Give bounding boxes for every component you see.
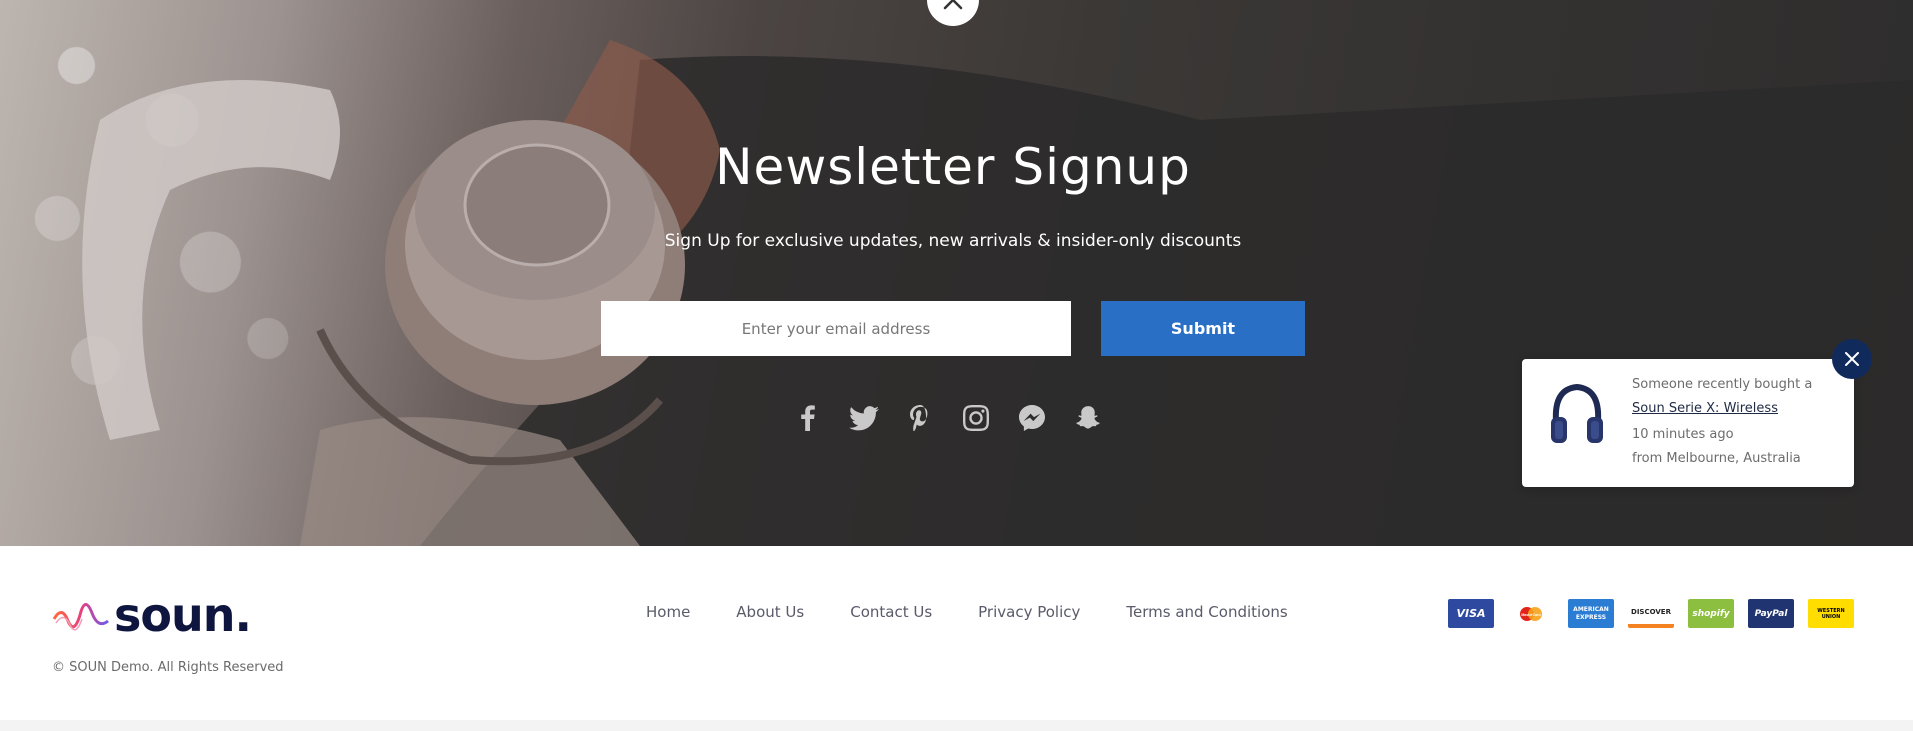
twitter-icon[interactable] [846,402,882,434]
page-bottom-strip [0,720,1913,731]
submit-button[interactable]: Submit [1101,301,1305,356]
brand-logo[interactable]: soun. [52,588,252,642]
close-popup-button[interactable] [1832,339,1872,379]
brand-name: soun. [114,588,252,642]
shopify-icon: shopify [1688,599,1734,628]
footer-link-home[interactable]: Home [646,603,690,621]
popup-location-text: from Melbourne, Australia [1632,451,1801,466]
newsletter-subtitle: Sign Up for exclusive updates, new arriv… [664,231,1242,251]
instagram-icon[interactable] [958,402,994,434]
discover-icon: DISCOVER [1628,599,1674,628]
mastercard-icon: MasterCard [1508,599,1554,628]
footer-link-about[interactable]: About Us [736,603,804,621]
popup-text: Someone recently bought a Soun Serie X: … [1632,373,1812,471]
product-headphones-image[interactable] [1548,381,1606,451]
popup-intro-text: Someone recently bought a [1632,377,1813,392]
payment-methods: VISA MasterCard AMERICAN EXPRESS DISCOVE… [1448,599,1854,628]
popup-product-link[interactable]: Soun Serie X: Wireless [1632,397,1812,421]
newsletter-title: Newsletter Signup [715,138,1191,196]
popup-time-text: 10 minutes ago [1632,427,1734,442]
footer-link-terms[interactable]: Terms and Conditions [1126,603,1287,621]
pinterest-icon[interactable] [902,402,938,434]
western-union-icon: WESTERN UNION [1808,599,1854,628]
svg-text:MasterCard: MasterCard [1521,613,1540,617]
footer-link-privacy[interactable]: Privacy Policy [978,603,1080,621]
footer-nav: Home About Us Contact Us Privacy Policy … [646,603,1334,621]
amex-icon: AMERICAN EXPRESS [1568,599,1614,628]
paypal-icon: PayPal [1748,599,1794,628]
soundwave-logo-icon [52,603,109,631]
messenger-icon[interactable] [1014,402,1050,434]
close-icon [1845,352,1859,366]
visa-icon: VISA [1448,599,1494,628]
close-icon [943,0,963,10]
email-input[interactable] [601,301,1071,356]
footer-link-contact[interactable]: Contact Us [850,603,932,621]
facebook-icon[interactable] [790,402,826,434]
site-footer: soun. © SOUN Demo. All Rights Reserved H… [0,546,1913,720]
snapchat-icon[interactable] [1070,402,1106,434]
social-links [790,402,1106,434]
recent-purchase-popup[interactable]: Someone recently bought a Soun Serie X: … [1522,359,1854,487]
close-newsletter-button[interactable] [927,0,979,26]
copyright-text: © SOUN Demo. All Rights Reserved [52,660,284,675]
